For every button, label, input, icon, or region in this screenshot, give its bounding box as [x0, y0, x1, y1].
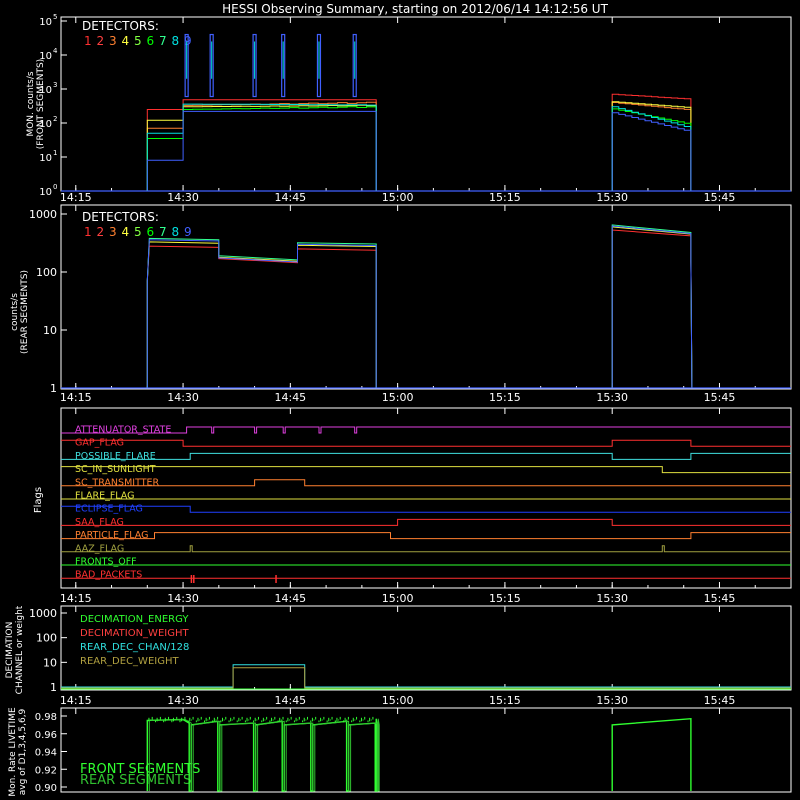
- rear-xtick-label: 15:00: [382, 391, 414, 404]
- decim-ylabel: DECIMATION: [5, 622, 15, 679]
- front-xtick-label: 15:00: [382, 191, 414, 204]
- flags-xtick-label: 15:15: [489, 592, 521, 605]
- rear-detectors-label: DETECTORS:: [82, 210, 159, 224]
- live-ytick-label: 0.90: [35, 783, 57, 794]
- flag-label: SC_IN_SUNLIGHT: [75, 464, 156, 475]
- front-ytick-label: 10: [39, 153, 52, 164]
- rear-detector-number: 5: [134, 225, 142, 239]
- decim-xtick-label: 15:30: [596, 694, 628, 707]
- decim-ytick-label: 10: [43, 656, 57, 669]
- live-ylabel: avg of D1,3,4,5,6,9: [18, 708, 28, 795]
- flags-xtick-label: 15:00: [382, 592, 414, 605]
- front-ytick-exp: 4: [53, 47, 58, 55]
- rear-ylabel: (REAR SEGMENTS): [20, 270, 30, 354]
- front-ytick-exp: 1: [53, 149, 57, 157]
- front-xtick-label: 14:15: [60, 191, 92, 204]
- flag-label: ATTENUATOR_STATE: [75, 425, 171, 436]
- decim-legend-entry: DECIMATION_ENERGY: [80, 614, 189, 625]
- front-detector-number: 5: [134, 34, 142, 48]
- decim-ytick-label: 1: [50, 681, 57, 694]
- rear-detector-number: 7: [159, 225, 167, 239]
- flag-label: AAZ_FLAG: [75, 543, 124, 554]
- flags-xtick-label: 14:15: [60, 592, 92, 605]
- rear-detector-number: 6: [147, 225, 155, 239]
- front-xtick-label: 15:30: [596, 191, 628, 204]
- rear-detector-number: 8: [172, 225, 180, 239]
- decim-xtick-label: 14:30: [167, 694, 199, 707]
- front-ytick-exp: 0: [53, 183, 57, 191]
- flags-ylabel: Flags: [33, 487, 44, 513]
- rear-xtick-label: 15:45: [704, 391, 736, 404]
- rear-xtick-label: 14:30: [167, 391, 199, 404]
- front-ytick-label: 10: [39, 187, 52, 198]
- decim-ytick-label: 100: [36, 632, 57, 645]
- live-ytick-label: 0.94: [35, 748, 57, 759]
- rear-detector-number: 2: [97, 225, 105, 239]
- front-ylabel: MON. counts/s: [26, 71, 36, 136]
- front-ylabel: (FRONT SEGMENTS): [36, 59, 46, 149]
- decim-xtick-label: 15:45: [704, 694, 736, 707]
- decim-xtick-label: 15:00: [382, 694, 414, 707]
- front-detector-number: 1: [84, 34, 92, 48]
- flags-xtick-label: 14:30: [167, 592, 199, 605]
- live-ytick-label: 0.98: [35, 712, 57, 723]
- front-ytick-exp: 3: [53, 81, 57, 89]
- front-detector-number: 8: [172, 34, 180, 48]
- front-detectors-label: DETECTORS:: [82, 19, 159, 33]
- hessi-summary-chart: HESSI Observing Summary, starting on 201…: [0, 0, 800, 800]
- rear-ytick-label: 1: [50, 382, 57, 395]
- front-detector-number: 6: [147, 34, 155, 48]
- live-ytick-label: 0.92: [35, 765, 57, 776]
- flags-xtick-label: 14:45: [274, 592, 306, 605]
- live-ylabel: Mon. Rate LIVETIME: [8, 707, 18, 797]
- live-legend-rear: REAR SEGMENTS: [80, 773, 191, 788]
- flag-label: POSSIBLE_FLARE: [75, 451, 156, 462]
- rear-ytick-label: 1000: [29, 208, 57, 221]
- rear-xtick-label: 15:30: [596, 391, 628, 404]
- front-ytick-exp: 5: [53, 13, 57, 21]
- flags-xtick-label: 15:30: [596, 592, 628, 605]
- decim-xtick-label: 14:45: [274, 694, 306, 707]
- front-ytick-label: 10: [39, 17, 52, 28]
- decim-xtick-label: 15:15: [489, 694, 521, 707]
- decim-legend-entry: DECIMATION_WEIGHT: [80, 628, 189, 639]
- flags-xtick-label: 15:45: [704, 592, 736, 605]
- flag-label: BAD_PACKETS: [75, 570, 142, 581]
- rear-detector-number: 4: [122, 225, 130, 239]
- rear-detector-number: 9: [184, 225, 192, 239]
- live-ytick-label: 0.96: [35, 730, 57, 741]
- flag-label: ECLIPSE_FLAG: [75, 504, 143, 515]
- decim-xtick-label: 14:15: [60, 694, 92, 707]
- flag-label: PARTICLE_FLAG: [75, 530, 148, 541]
- front-detector-number: 3: [109, 34, 117, 48]
- rear-detector-number: 3: [109, 225, 117, 239]
- front-detector-number: 4: [122, 34, 130, 48]
- front-detector-number: 2: [97, 34, 105, 48]
- flag-label: SC_TRANSMITTER: [75, 477, 160, 488]
- decim-ylabel: CHANNEL or weight: [15, 605, 25, 694]
- decim-ytick-label: 1000: [29, 607, 57, 620]
- front-detector-number: 7: [159, 34, 167, 48]
- decim-legend-entry: REAR_DEC_CHAN/128: [80, 642, 189, 653]
- rear-xtick-label: 15:15: [489, 391, 521, 404]
- flag-label: FRONTS_OFF: [75, 557, 137, 568]
- front-xtick-label: 14:45: [274, 191, 306, 204]
- flag-label: FLARE_FLAG: [75, 491, 135, 502]
- front-xtick-label: 15:15: [489, 191, 521, 204]
- chart-title: HESSI Observing Summary, starting on 201…: [222, 2, 608, 16]
- decim-legend-entry: REAR_DEC_WEIGHT: [80, 656, 179, 667]
- front-xtick-label: 14:30: [167, 191, 199, 204]
- rear-xtick-label: 14:45: [274, 391, 306, 404]
- rear-ytick-label: 100: [36, 266, 57, 279]
- rear-ytick-label: 10: [43, 324, 57, 337]
- rear-detector-number: 1: [84, 225, 92, 239]
- flag-label: SAA_FLAG: [75, 517, 124, 528]
- front-ytick-exp: 2: [53, 115, 57, 123]
- rear-xtick-label: 14:15: [60, 391, 92, 404]
- front-xtick-label: 15:45: [704, 191, 736, 204]
- flag-label: GAP_FLAG: [75, 438, 124, 449]
- rear-ylabel: counts/s: [10, 293, 20, 331]
